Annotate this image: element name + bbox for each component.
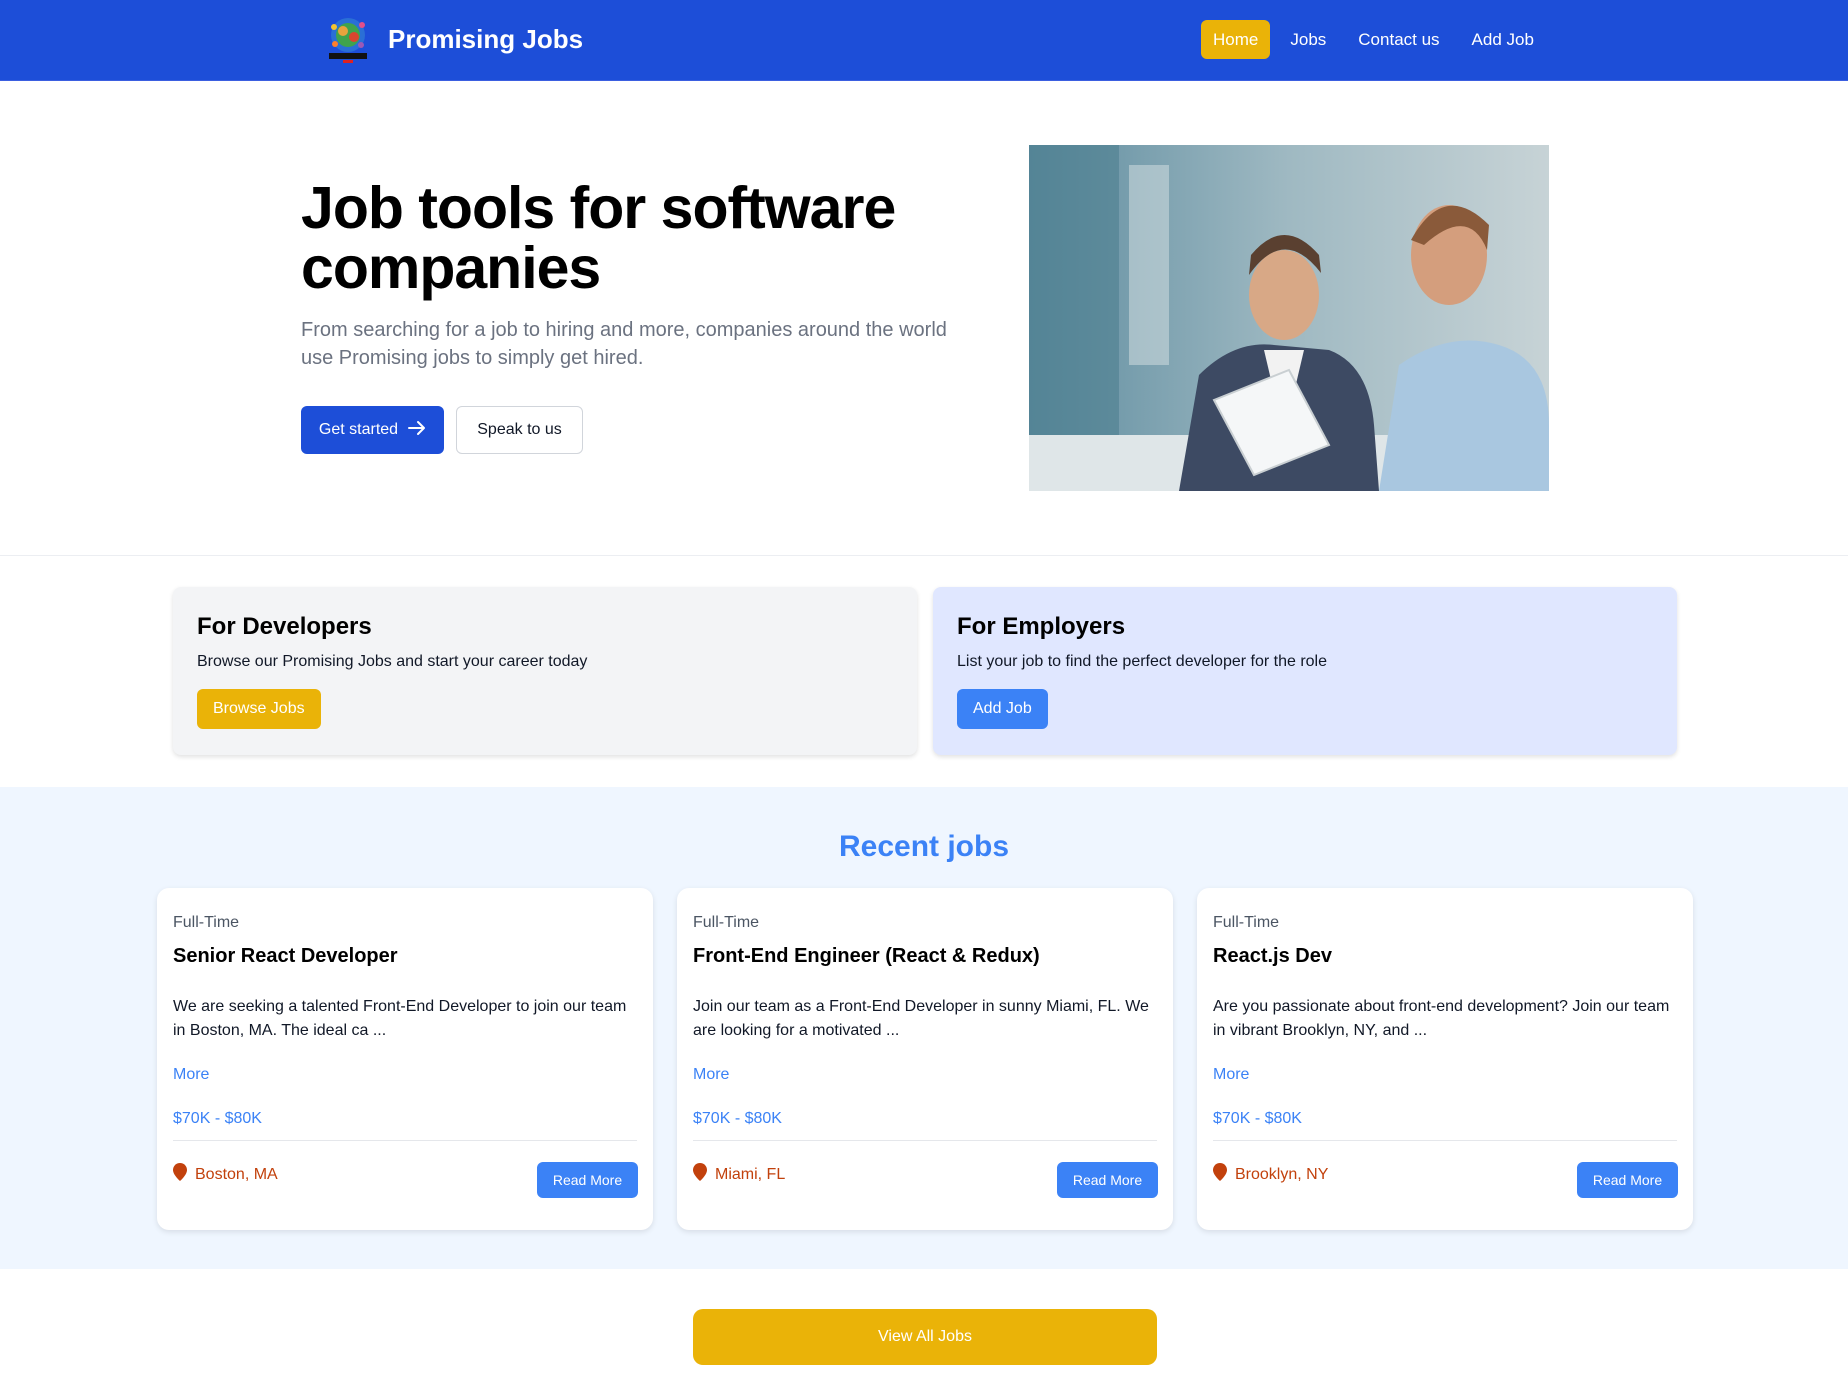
- job-more-link[interactable]: More: [1213, 1066, 1249, 1084]
- job-card-divider: [1213, 1140, 1677, 1141]
- read-more-button[interactable]: Read More: [1577, 1162, 1678, 1198]
- arrow-right-icon: [408, 420, 426, 441]
- top-navbar: Promising Jobs Home Jobs Contact us Add …: [0, 0, 1848, 81]
- get-started-button[interactable]: Get started: [301, 406, 444, 454]
- read-more-button[interactable]: Read More: [537, 1162, 638, 1198]
- hero-subtitle: From searching for a job to hiring and m…: [301, 319, 947, 369]
- job-type: Full-Time: [693, 914, 760, 931]
- developers-card-title: For Developers: [197, 613, 372, 640]
- job-location: Boston, MA: [173, 1163, 278, 1186]
- speak-to-us-button[interactable]: Speak to us: [456, 406, 583, 454]
- nav-link-jobs[interactable]: Jobs: [1278, 20, 1338, 59]
- job-card-divider: [693, 1140, 1157, 1141]
- job-location-label: Boston, MA: [195, 1165, 278, 1183]
- employers-card: For Employers List your job to find the …: [933, 587, 1677, 755]
- globe-people-logo-icon[interactable]: [325, 13, 371, 67]
- developers-card: For Developers Browse our Promising Jobs…: [173, 587, 917, 755]
- job-salary: $70K - $80K: [173, 1110, 262, 1127]
- job-location-label: Miami, FL: [715, 1165, 786, 1183]
- job-title: Front-End Engineer (React & Redux): [693, 945, 1040, 967]
- job-location: Brooklyn, NY: [1213, 1163, 1328, 1186]
- job-type: Full-Time: [1213, 914, 1280, 931]
- job-title: Senior React Developer: [173, 945, 398, 967]
- map-marker-icon: [173, 1163, 187, 1186]
- job-description: We are seeking a talented Front-End Deve…: [173, 998, 627, 1039]
- job-card: Full-Time Front-End Engineer (React & Re…: [677, 888, 1173, 1230]
- job-more-link[interactable]: More: [173, 1066, 209, 1084]
- hero-image: [1029, 145, 1549, 491]
- job-salary: $70K - $80K: [1213, 1110, 1302, 1127]
- hero-divider: [0, 555, 1848, 556]
- job-type: Full-Time: [173, 914, 240, 931]
- browse-jobs-button[interactable]: Browse Jobs: [197, 689, 321, 729]
- recent-jobs-section: Recent jobs Full-Time Senior React Devel…: [0, 787, 1848, 1269]
- job-card: Full-Time React.js Dev Are you passionat…: [1197, 888, 1693, 1230]
- developers-card-description: Browse our Promising Jobs and start your…: [197, 653, 588, 670]
- job-description: Join our team as a Front-End Developer i…: [693, 998, 1149, 1039]
- add-job-button[interactable]: Add Job: [957, 689, 1048, 729]
- nav-link-add-job[interactable]: Add Job: [1460, 20, 1546, 59]
- job-description: Are you passionate about front-end devel…: [1213, 998, 1670, 1039]
- job-salary: $70K - $80K: [693, 1110, 782, 1127]
- job-card: Full-Time Senior React Developer We are …: [157, 888, 653, 1230]
- nav-link-contact[interactable]: Contact us: [1346, 20, 1451, 59]
- job-location: Miami, FL: [693, 1163, 785, 1186]
- map-marker-icon: [693, 1163, 707, 1186]
- nav-link-home[interactable]: Home: [1201, 20, 1271, 59]
- hero-title: Job tools for software companies: [301, 175, 896, 301]
- job-title: React.js Dev: [1213, 945, 1332, 967]
- job-more-link[interactable]: More: [693, 1066, 729, 1084]
- nav-links: Home Jobs Contact us Add Job: [1201, 20, 1546, 59]
- job-location-label: Brooklyn, NY: [1235, 1165, 1329, 1183]
- brand-name[interactable]: Promising Jobs: [388, 24, 583, 55]
- recent-jobs-heading: Recent jobs: [838, 830, 1010, 863]
- read-more-button[interactable]: Read More: [1057, 1162, 1158, 1198]
- employers-card-title: For Employers: [957, 613, 1126, 640]
- view-all-jobs-button[interactable]: View All Jobs: [693, 1309, 1157, 1365]
- employers-card-description: List your job to find the perfect develo…: [957, 653, 1327, 670]
- get-started-label: Get started: [318, 421, 399, 438]
- job-card-divider: [173, 1140, 637, 1141]
- map-marker-icon: [1213, 1163, 1227, 1186]
